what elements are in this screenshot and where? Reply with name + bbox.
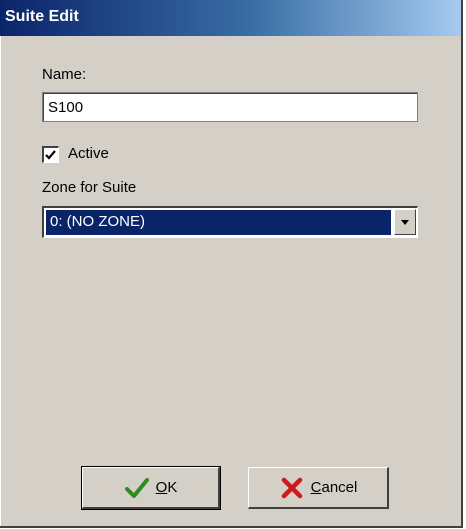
zone-select[interactable]: 0: (NO ZONE) bbox=[42, 206, 418, 238]
check-mark-icon bbox=[45, 150, 56, 160]
active-label: Active bbox=[68, 145, 109, 162]
suite-edit-dialog: Suite Edit Name: S100 Active Zone for Su… bbox=[0, 0, 463, 528]
zone-select-value: 0: (NO ZONE) bbox=[46, 210, 391, 235]
ok-label: OK bbox=[155, 479, 178, 496]
cancel-label: Cancel bbox=[310, 479, 358, 496]
zone-label: Zone for Suite bbox=[42, 179, 137, 196]
active-checkbox[interactable] bbox=[42, 146, 59, 163]
red-x-icon bbox=[281, 477, 302, 498]
chevron-down-icon[interactable] bbox=[394, 209, 416, 235]
ok-button[interactable]: OK bbox=[81, 466, 221, 510]
name-input[interactable]: S100 bbox=[42, 92, 418, 122]
title-bar[interactable]: Suite Edit bbox=[0, 0, 461, 36]
window-title: Suite Edit bbox=[5, 8, 79, 25]
name-label: Name: bbox=[42, 66, 87, 83]
cancel-button[interactable]: Cancel bbox=[248, 467, 389, 509]
checkmark-icon bbox=[124, 477, 149, 498]
